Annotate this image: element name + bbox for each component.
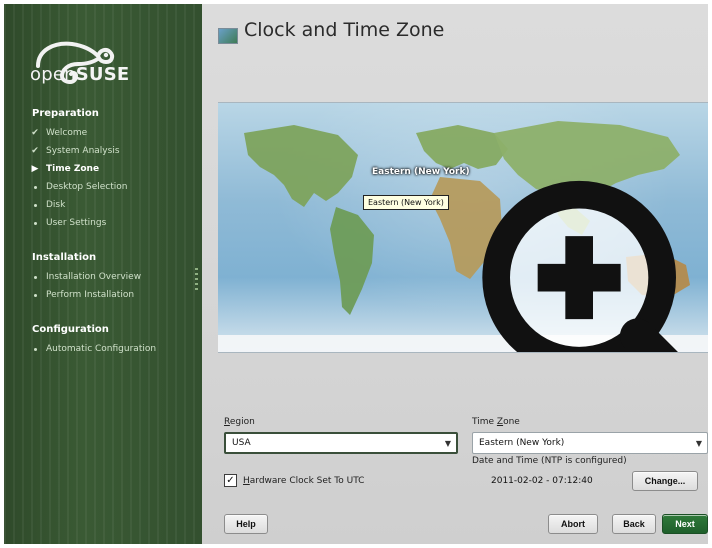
- main-content: Clock and Time Zone Eastern (New York) E…: [202, 4, 708, 544]
- sidebar-item-disk: Disk: [30, 200, 65, 210]
- time-zone-select-value: Eastern (New York): [479, 438, 565, 448]
- time-zone-label: Time Zone: [472, 417, 520, 427]
- bullet-icon: [33, 185, 37, 189]
- back-button[interactable]: Back: [612, 514, 656, 534]
- chevron-down-icon: ▼: [444, 438, 452, 448]
- installer-sidebar: openSUSE Preparation ✔ Welcome ✔ System An…: [4, 4, 202, 544]
- sidebar-item-user-settings: User Settings: [30, 218, 106, 228]
- region-label: Region: [224, 417, 255, 427]
- section-preparation-title: Preparation: [32, 108, 99, 119]
- bullet-icon: [33, 347, 37, 351]
- world-map[interactable]: Eastern (New York) Eastern (New York): [218, 102, 708, 353]
- next-button[interactable]: Next: [662, 514, 708, 534]
- sidebar-item-desktop-selection: Desktop Selection: [30, 182, 127, 192]
- sidebar-item-welcome: ✔ Welcome: [31, 128, 88, 138]
- region-select[interactable]: USA ▼: [224, 432, 458, 454]
- sidebar-item-perform-installation: Perform Installation: [30, 290, 134, 300]
- region-select-value: USA: [232, 438, 251, 448]
- hardware-clock-utc-row[interactable]: ✓ Hardware Clock Set To UTC: [224, 474, 364, 487]
- hardware-clock-utc-label: Hardware Clock Set To UTC: [243, 475, 365, 486]
- current-step-arrow-icon: ▶: [31, 164, 39, 174]
- hardware-clock-utc-checkbox[interactable]: ✓: [224, 474, 237, 487]
- sidebar-item-automatic-configuration: Automatic Configuration: [30, 344, 156, 354]
- bullet-icon: [33, 293, 37, 297]
- checkmark-icon: ✔: [31, 146, 39, 156]
- installer-window: openSUSE Preparation ✔ Welcome ✔ System An…: [4, 4, 708, 544]
- time-zone-select[interactable]: Eastern (New York) ▼: [472, 432, 708, 454]
- bullet-icon: [33, 221, 37, 225]
- checkmark-icon: ✔: [31, 128, 39, 138]
- section-configuration-title: Configuration: [32, 324, 109, 335]
- date-time-caption: Date and Time (NTP is configured): [472, 456, 627, 466]
- chevron-down-icon: ▼: [695, 438, 703, 448]
- sidebar-resize-handle[interactable]: [195, 268, 198, 290]
- section-installation-title: Installation: [32, 252, 97, 263]
- time-zone-map-icon: [218, 28, 238, 44]
- map-tooltip: Eastern (New York): [363, 195, 449, 210]
- sidebar-item-installation-overview: Installation Overview: [30, 272, 141, 282]
- sidebar-item-system-analysis: ✔ System Analysis: [31, 146, 120, 156]
- page-title: Clock and Time Zone: [244, 19, 445, 41]
- bullet-icon: [33, 203, 37, 207]
- bullet-icon: [33, 275, 37, 279]
- help-button[interactable]: Help: [224, 514, 268, 534]
- sidebar-item-time-zone: ▶ Time Zone: [31, 164, 100, 174]
- abort-button[interactable]: Abort: [548, 514, 598, 534]
- change-datetime-button[interactable]: Change...: [632, 471, 698, 491]
- opensuse-wordmark: openSUSE: [30, 64, 130, 85]
- date-time-value: 2011-02-02 - 07:12:40: [491, 476, 593, 486]
- selected-location-label: Eastern (New York): [372, 167, 470, 177]
